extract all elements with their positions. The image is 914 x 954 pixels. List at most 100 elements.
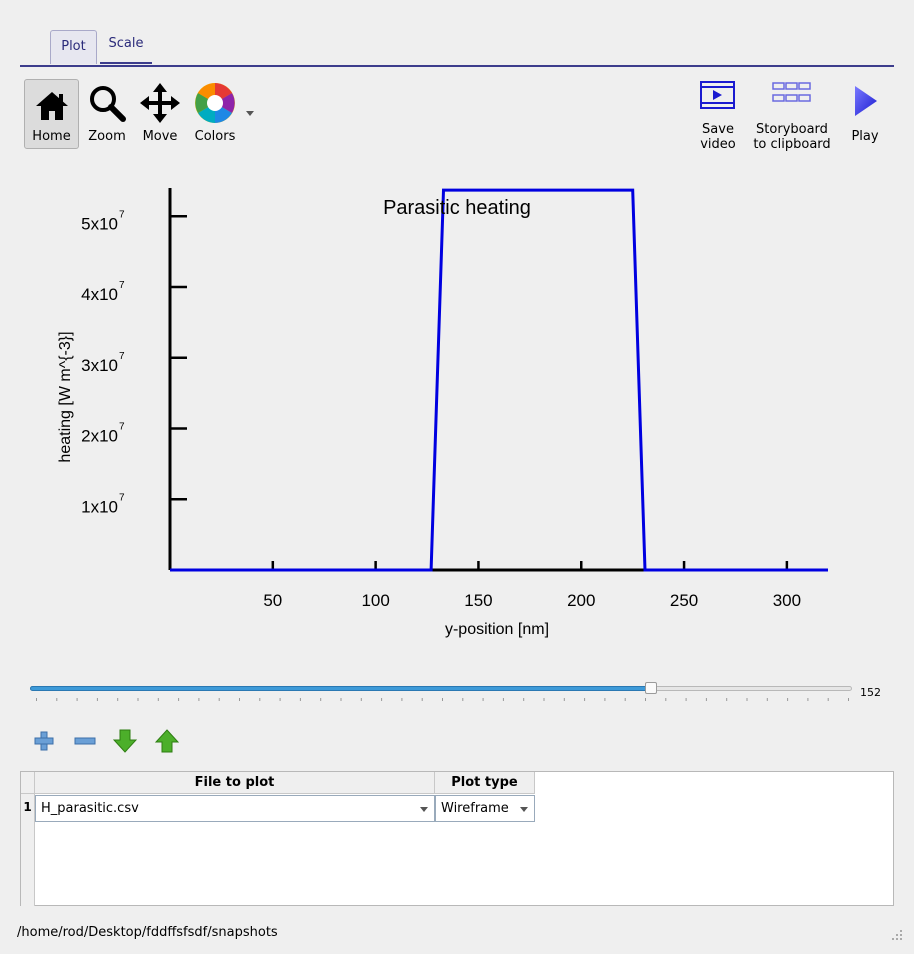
y-tick-exponent: 7: [119, 351, 125, 362]
slider-tick: [340, 698, 342, 701]
chart-title: Parasitic heating: [383, 197, 531, 219]
slider-tick: [137, 698, 139, 701]
slider-tick: [523, 698, 525, 701]
slider-tick: [645, 698, 646, 701]
x-tick-label: 150: [464, 591, 492, 610]
series-line: [170, 188, 828, 572]
slider-tick: [421, 698, 423, 701]
slider-tick: [848, 698, 849, 701]
slider-tick: [462, 698, 464, 701]
slider-tick: [401, 698, 403, 701]
y-tick-label: 1x10: [81, 497, 118, 516]
x-axis-label: y-position [nm]: [445, 621, 549, 638]
plot-type-value: Wireframe: [441, 801, 509, 816]
slider-tick: [827, 698, 829, 701]
frame-slider-handle[interactable]: [645, 682, 657, 694]
plot-area[interactable]: 50 100 150 200 250 3001x10 72x10 73x10 74x10 75x1…: [0, 165, 914, 645]
slider-tick: [726, 698, 728, 701]
save-video-button[interactable]: Save video: [694, 79, 742, 152]
slider-tick: [157, 698, 159, 701]
slider-tick: [787, 698, 789, 701]
storyboard-button[interactable]: Storyboard to clipboard: [748, 79, 836, 152]
y-tick-exponent: 7: [119, 280, 125, 291]
tab-plot[interactable]: Plot: [50, 30, 97, 64]
slider-tick: [56, 698, 58, 701]
move-up-icon[interactable]: [155, 729, 179, 753]
colors-label: Colors: [194, 129, 236, 144]
slider-tick: [746, 698, 748, 701]
slider-tick: [543, 698, 545, 701]
save-video-label-line2: video: [700, 137, 736, 152]
tab-divider: [20, 65, 894, 67]
slider-tick: [624, 698, 626, 701]
zoom-button[interactable]: Zoom: [82, 79, 132, 149]
x-tick-label: 250: [670, 591, 698, 610]
row-number: 1: [21, 794, 35, 906]
home-label: Home: [32, 129, 71, 144]
play-icon: [855, 86, 877, 116]
y-tick-label: 3x10: [81, 356, 118, 375]
colors-button[interactable]: Colors: [190, 79, 260, 149]
y-tick-label: 2x10: [81, 427, 118, 446]
y-tick-exponent: 7: [119, 209, 125, 220]
slider-tick: [766, 698, 768, 701]
storyboard-label-line2: to clipboard: [753, 137, 831, 152]
slider-tick: [117, 698, 119, 701]
tab-scale[interactable]: Scale: [100, 28, 152, 64]
resize-grip-icon[interactable]: [890, 928, 904, 942]
play-button[interactable]: Play: [842, 79, 888, 149]
move-label: Move: [142, 129, 178, 144]
remove-icon[interactable]: [73, 729, 97, 753]
home-icon: [36, 92, 68, 120]
x-tick-label: 50: [263, 591, 282, 610]
home-button[interactable]: Home: [24, 79, 79, 149]
slider-tick: [685, 698, 687, 701]
slider-tick: [239, 698, 240, 701]
color-wheel-icon: [195, 83, 235, 123]
add-icon[interactable]: [32, 729, 56, 753]
y-tick-label: 5x10: [81, 214, 118, 233]
y-tick-label: 4x10: [81, 285, 118, 304]
chevron-down-icon: [420, 807, 428, 812]
film-icon: [700, 81, 735, 109]
slider-tick: [442, 698, 443, 701]
slider-tick: [299, 698, 301, 701]
play-label: Play: [851, 129, 879, 144]
storyboard-icon: [772, 82, 811, 102]
slider-tick: [381, 698, 383, 701]
slider-tick: [178, 698, 180, 701]
slider-tick: [563, 698, 565, 701]
y-axis-label: heating [W m^{-3}]: [57, 331, 74, 462]
slider-tick: [320, 698, 322, 701]
x-tick-label: 300: [773, 591, 801, 610]
search-icon: [90, 86, 126, 122]
table-corner: [21, 772, 35, 794]
slider-tick: [584, 698, 586, 701]
move-button[interactable]: Move: [136, 79, 184, 149]
slider-tick: [96, 698, 98, 701]
y-tick-exponent: 7: [119, 422, 125, 433]
slider-tick: [360, 698, 362, 701]
chevron-down-icon: [246, 111, 254, 116]
chevron-down-icon: [520, 807, 528, 812]
column-header-plot-type[interactable]: Plot type: [435, 772, 535, 794]
file-table: File to plot Plot type 1 H_parasitic.csv…: [20, 771, 894, 906]
y-tick-exponent: 7: [119, 492, 125, 503]
plot-type-select[interactable]: Wireframe: [435, 795, 535, 822]
slider-tick: [279, 698, 281, 701]
move-down-icon[interactable]: [113, 729, 137, 753]
frame-slider-value: 152: [860, 686, 881, 699]
file-select[interactable]: H_parasitic.csv: [35, 795, 435, 822]
storyboard-label-line1: Storyboard: [756, 122, 828, 137]
slider-tick: [76, 698, 78, 701]
slider-tick: [259, 698, 261, 701]
frame-slider-fill: [30, 686, 651, 691]
slider-tick: [36, 698, 37, 701]
column-header-file[interactable]: File to plot: [35, 772, 435, 794]
slider-tick: [807, 698, 809, 701]
slider-ticks: [36, 698, 849, 701]
x-tick-label: 100: [361, 591, 389, 610]
status-path: /home/rod/Desktop/fddffsfsdf/snapshots: [17, 925, 278, 940]
slider-tick: [502, 698, 504, 701]
file-select-value: H_parasitic.csv: [41, 801, 139, 816]
